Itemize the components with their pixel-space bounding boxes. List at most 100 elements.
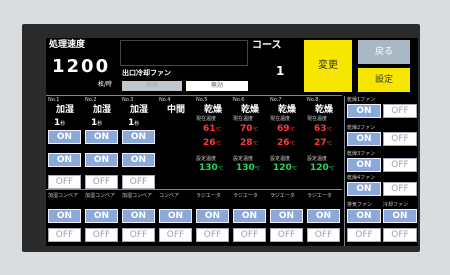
set-temp-label: 設定温度 <box>307 156 328 162</box>
speed-value: 1200 <box>52 56 111 77</box>
set-temp-label: 設定温度 <box>196 156 217 162</box>
temp-value[interactable]: 120 <box>273 163 292 173</box>
temp-unit: ℃ <box>291 166 298 172</box>
fan-label: 乾燥4ファン <box>347 175 376 181</box>
conveyor-on-button[interactable]: ON <box>270 209 303 223</box>
zone-on-button[interactable]: ON <box>122 153 155 167</box>
temp-unit: ℃ <box>252 141 259 147</box>
fan-off-button[interactable]: OFF <box>383 158 417 172</box>
conveyor-label: 加湿コンベア <box>48 193 79 199</box>
temp-value: 61 <box>203 124 216 134</box>
conveyor-off-button[interactable]: OFF <box>85 228 118 242</box>
temp-value: 26 <box>203 138 216 148</box>
fan-off-button[interactable]: OFF <box>383 182 417 196</box>
conveyor-off-button[interactable]: OFF <box>307 228 340 242</box>
conveyor-off-button[interactable]: OFF <box>159 228 192 242</box>
speed-unit: 枚/時 <box>98 81 113 88</box>
settings-button[interactable]: 設定 <box>358 68 410 92</box>
zone-name: 乾燥 <box>203 105 222 115</box>
divider-line <box>46 189 342 190</box>
zone-name: 乾燥 <box>240 105 259 115</box>
zone-time: 1秒 <box>91 118 102 128</box>
current-temp-label: 現在温度 <box>196 116 217 122</box>
zone-time: 1秒 <box>128 118 139 128</box>
conveyor-off-button[interactable]: OFF <box>196 228 229 242</box>
temp-unit: ℃ <box>215 141 222 147</box>
set-temp-label: 設定温度 <box>270 156 291 162</box>
current-temp-2: 27℃ <box>314 138 332 148</box>
conveyor-on-button[interactable]: ON <box>159 209 192 223</box>
temp-unit: ℃ <box>289 127 296 133</box>
temp-unit: ℃ <box>215 127 222 133</box>
set-temp[interactable]: 130℃ <box>199 163 223 173</box>
temp-value: 70 <box>240 124 253 134</box>
temp-value[interactable]: 130 <box>236 163 255 173</box>
speed-label: 処理速度 <box>49 40 86 50</box>
fan-off-button[interactable]: OFF <box>383 104 417 118</box>
temp-value: 69 <box>277 124 290 134</box>
temp-value: 63 <box>314 124 327 134</box>
fan-on-button[interactable]: ON <box>347 132 381 146</box>
current-temp-label: 現在温度 <box>307 116 328 122</box>
zone-name: 加湿 <box>129 105 148 115</box>
current-temp-2: 26℃ <box>203 138 221 148</box>
zone-on-button[interactable]: ON <box>48 153 81 167</box>
exhaust-fan-off-button[interactable]: OFF <box>347 228 381 242</box>
temp-unit: ℃ <box>326 141 333 147</box>
conveyor-on-button[interactable]: ON <box>307 209 340 223</box>
zone-name: 中間 <box>166 105 185 115</box>
speed-panel: 処理速度 1200 枚/時 <box>46 38 118 94</box>
conveyor-off-button[interactable]: OFF <box>233 228 266 242</box>
exhaust-fan-on-button[interactable]: ON <box>347 209 381 223</box>
conveyor-label: ラジエータ <box>233 193 258 199</box>
temp-unit: ℃ <box>289 141 296 147</box>
fan-disable-button[interactable]: 無効 <box>186 81 248 91</box>
fan-on-button[interactable]: ON <box>347 182 381 196</box>
zone-off-button[interactable]: OFF <box>85 175 118 189</box>
cooling-fan-on-button[interactable]: ON <box>383 209 417 223</box>
zone-off-button[interactable]: OFF <box>48 175 81 189</box>
fan-enable-button[interactable]: 有効 <box>122 81 182 91</box>
current-temp-label: 現在温度 <box>270 116 291 122</box>
zone-time: 1秒 <box>54 118 65 128</box>
fan-label: 冷却ファン <box>383 202 409 208</box>
conveyor-off-button[interactable]: OFF <box>122 228 155 242</box>
zone-on-button[interactable]: ON <box>85 153 118 167</box>
temp-unit: ℃ <box>328 166 335 172</box>
current-temp-label: 現在温度 <box>233 116 254 122</box>
set-temp[interactable]: 130℃ <box>236 163 260 173</box>
zone-on-button[interactable]: ON <box>122 130 155 144</box>
conveyor-on-button[interactable]: ON <box>48 209 81 223</box>
conveyor-on-button[interactable]: ON <box>233 209 266 223</box>
fan-on-button[interactable]: ON <box>347 158 381 172</box>
zone-off-button[interactable]: OFF <box>122 175 155 189</box>
conveyor-on-button[interactable]: ON <box>122 209 155 223</box>
zone-name: 加湿 <box>92 105 111 115</box>
set-temp[interactable]: 120℃ <box>273 163 297 173</box>
return-button[interactable]: 戻る <box>358 40 410 64</box>
hmi-screen: 処理速度 1200 枚/時 出口冷却ファン 有効 無効 コース 1 変更 戻る … <box>46 38 418 246</box>
set-temp-label: 設定温度 <box>233 156 254 162</box>
conveyor-off-button[interactable]: OFF <box>48 228 81 242</box>
temp-value[interactable]: 120 <box>310 163 329 173</box>
conveyor-on-button[interactable]: ON <box>85 209 118 223</box>
current-temp-1: 63℃ <box>314 124 332 134</box>
change-button[interactable]: 変更 <box>304 40 352 92</box>
temp-value: 28 <box>240 138 253 148</box>
zone-on-button[interactable]: ON <box>85 130 118 144</box>
cooling-fan-off-button[interactable]: OFF <box>383 228 417 242</box>
set-temp[interactable]: 120℃ <box>310 163 334 173</box>
current-temp-1: 61℃ <box>203 124 221 134</box>
fan-label: 乾燥1ファン <box>347 97 376 103</box>
zone-on-button[interactable]: ON <box>48 130 81 144</box>
time-unit: 秒 <box>60 121 66 127</box>
conveyor-label: ラジエータ <box>270 193 295 199</box>
fan-label: 排気ファン <box>347 202 373 208</box>
conveyor-on-button[interactable]: ON <box>196 209 229 223</box>
temp-value: 26 <box>277 138 290 148</box>
fan-off-button[interactable]: OFF <box>383 132 417 146</box>
conveyor-label: ラジエータ <box>307 193 332 199</box>
fan-on-button[interactable]: ON <box>347 104 381 118</box>
conveyor-off-button[interactable]: OFF <box>270 228 303 242</box>
temp-value[interactable]: 130 <box>199 163 218 173</box>
